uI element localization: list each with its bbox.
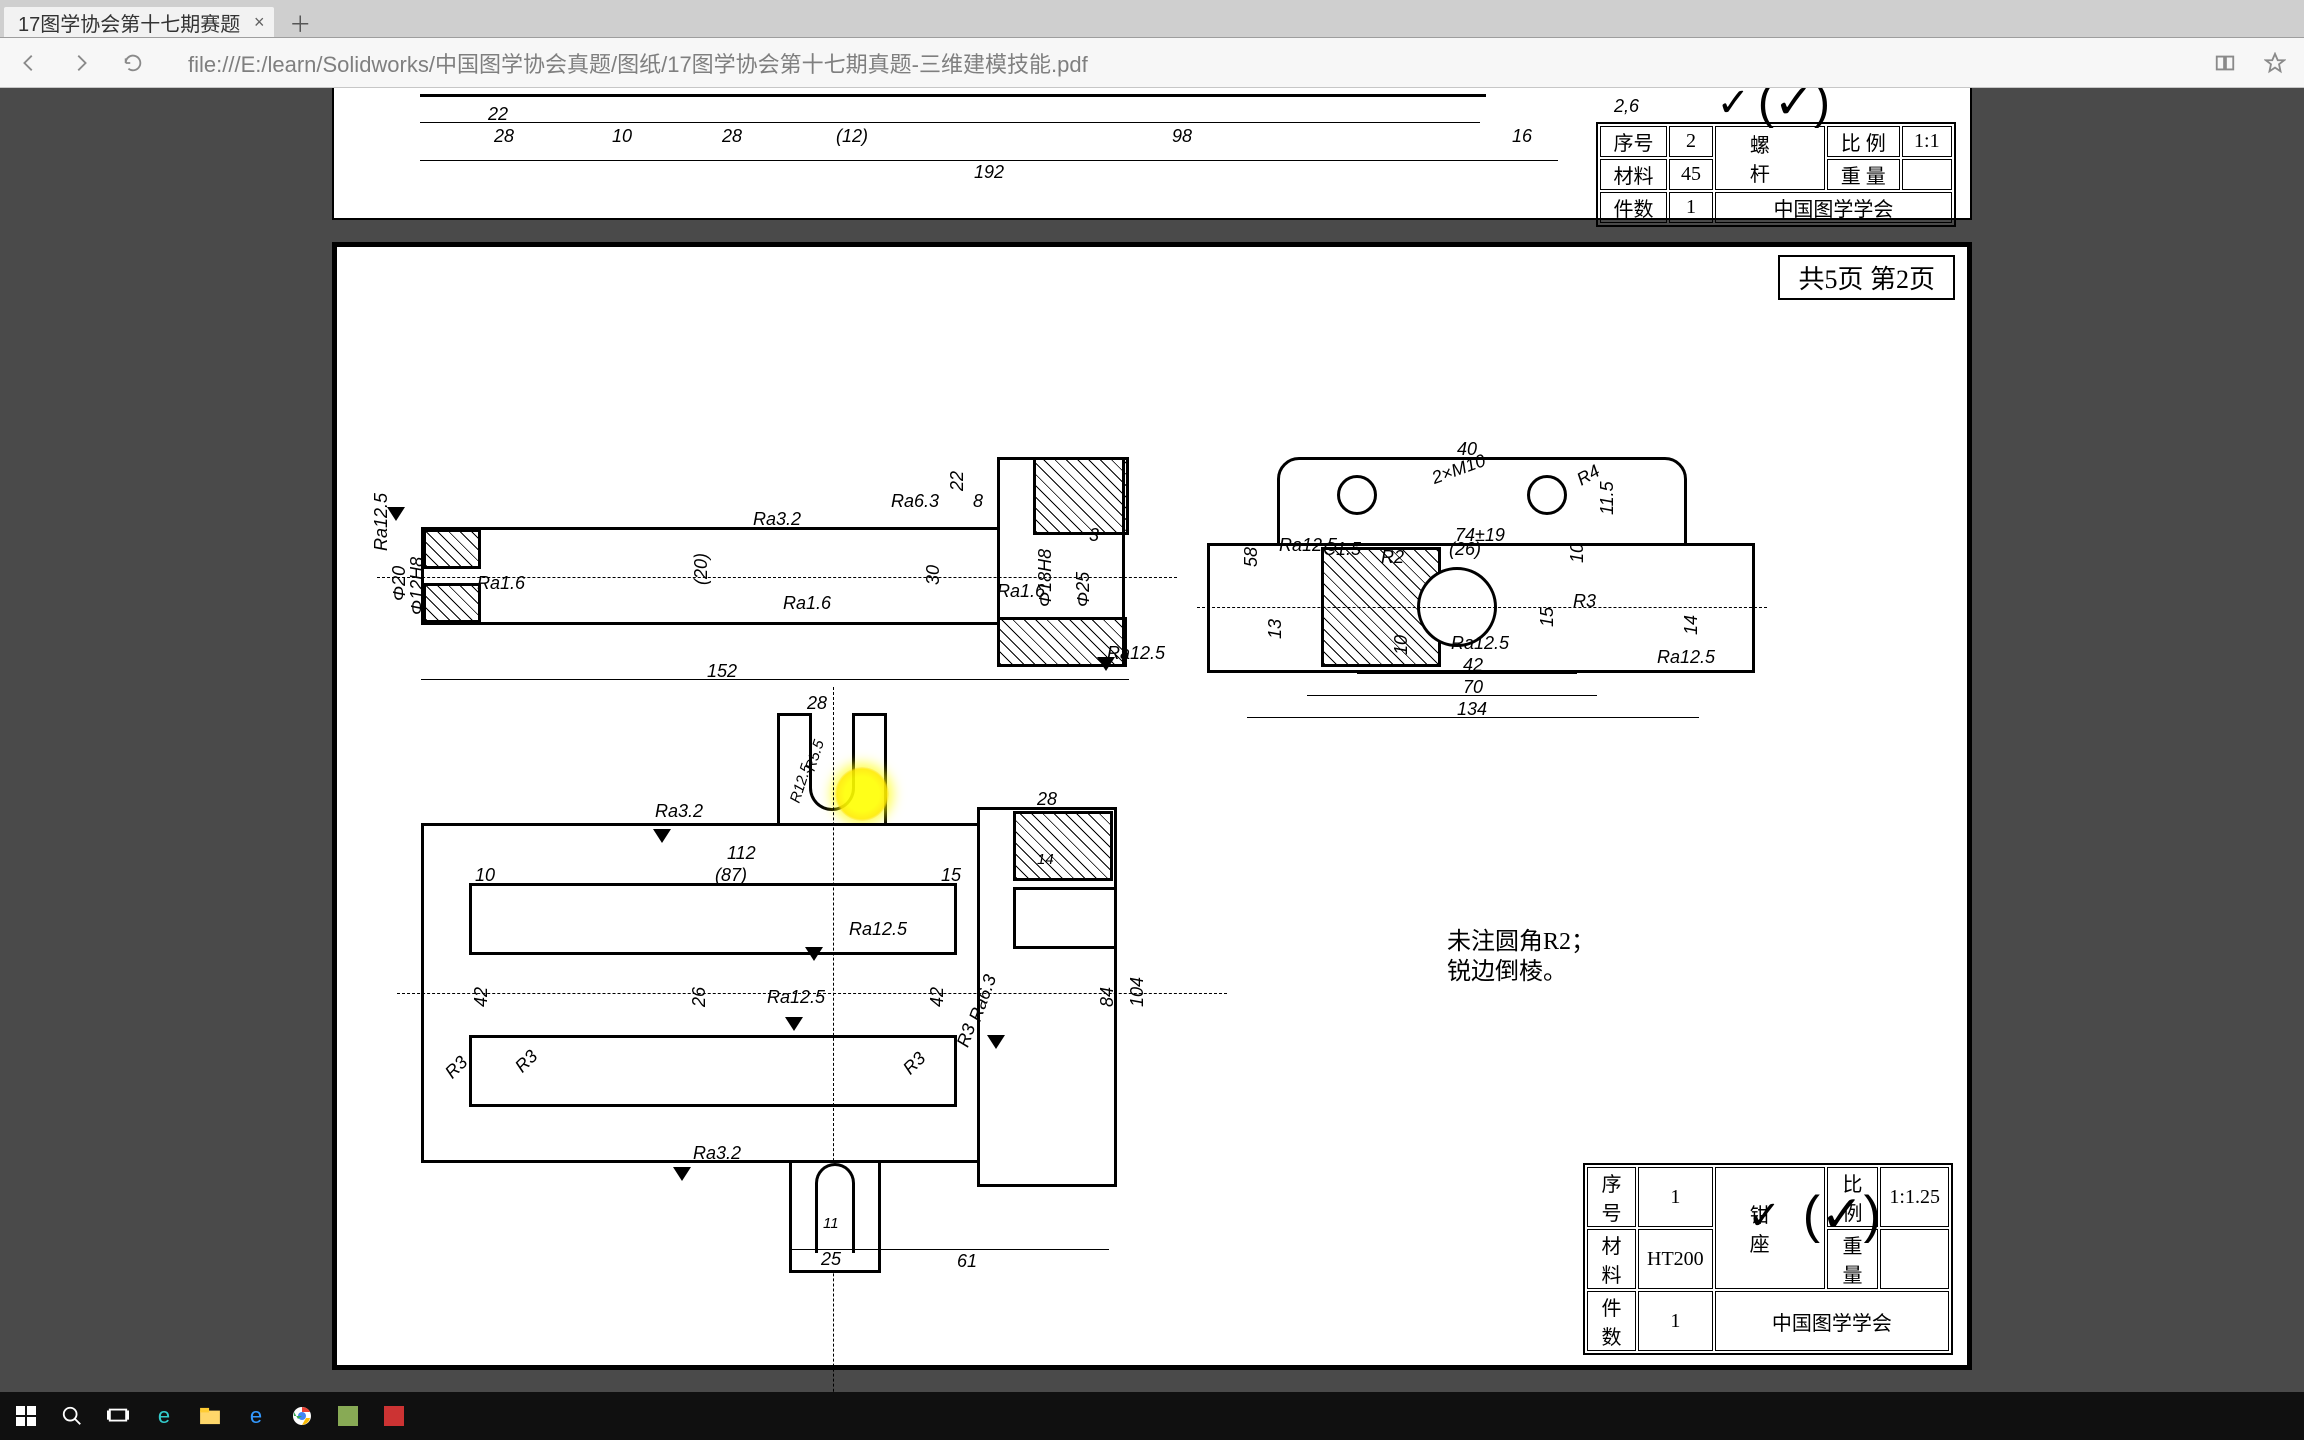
dim: 152 [707, 661, 737, 682]
dim: 112 [727, 843, 756, 864]
dim: 2,6 [1614, 96, 1639, 117]
taskbar: e e [0, 1392, 2304, 1440]
taskbar-app-icon[interactable] [326, 1396, 370, 1436]
dim: 134 [1457, 699, 1487, 720]
browser-tab[interactable]: 17图学协会第十七期赛题 × [4, 7, 274, 37]
dim: (87) [715, 865, 747, 886]
title-block-top: 序号2 螺 杆 比 例1:1 材料45 重 量 件数1 中国图学学会 [1596, 122, 1956, 227]
dim: 26 [689, 987, 710, 1007]
dim: 192 [974, 162, 1004, 183]
dim: 84 [1097, 987, 1118, 1007]
dim: (20) [691, 553, 712, 585]
dim: 30 [923, 565, 944, 585]
dim: 70 [1463, 677, 1483, 698]
dim: 22 [947, 471, 968, 491]
reading-view-icon[interactable] [2210, 48, 2240, 78]
surface-finish-symbol: (✓) [1758, 88, 1830, 130]
surface-finish: Ra1.6 [783, 593, 831, 614]
dim: 3 [1089, 525, 1099, 546]
dim: R3 [1573, 591, 1596, 612]
dim: 42 [927, 987, 948, 1007]
surface-finish: Ra12.5 [1279, 535, 1337, 556]
ie-icon[interactable]: e [234, 1396, 278, 1436]
address-field[interactable]: file:///E:/learn/Solidworks/中国图学协会真题/图纸/… [188, 47, 2188, 79]
dim: 28 [494, 126, 514, 147]
dim: 11 [823, 1215, 839, 1232]
task-view-icon[interactable] [96, 1396, 140, 1436]
surface-finish: Ra3.2 [753, 509, 801, 530]
dim: 28 [722, 126, 742, 147]
dim: R2 [1381, 547, 1404, 568]
dim: 98 [1172, 126, 1192, 147]
dim: 104 [1127, 977, 1148, 1007]
dim: 10 [1567, 543, 1588, 563]
dim: Φ12H8 [407, 557, 428, 615]
dim: 10 [612, 126, 632, 147]
pdf-viewer[interactable]: 22 28 10 28 (12) 98 16 192 2,6 序号2 螺 杆 比… [0, 88, 2304, 1392]
surface-finish: Ra12.5 [767, 987, 825, 1008]
dim: 10 [1391, 635, 1412, 655]
search-icon[interactable] [50, 1396, 94, 1436]
tab-bar: 17图学协会第十七期赛题 × ＋ [0, 0, 2304, 38]
favorite-icon[interactable] [2260, 48, 2290, 78]
refresh-button[interactable] [118, 48, 148, 78]
surface-finish: Ra6.3 [891, 491, 939, 512]
dim: 16 [1512, 126, 1532, 147]
start-button[interactable] [4, 1396, 48, 1436]
address-bar: file:///E:/learn/Solidworks/中国图学协会真题/图纸/… [0, 38, 2304, 88]
pdf-page-partial: 22 28 10 28 (12) 98 16 192 2,6 序号2 螺 杆 比… [332, 88, 1972, 220]
dim: 15 [941, 865, 961, 886]
surface-finish: Ra12.5 [1657, 647, 1715, 668]
dim: (26) [1449, 539, 1481, 560]
dim: 14 [1037, 851, 1054, 868]
new-tab-button[interactable]: ＋ [286, 9, 314, 37]
surface-finish: Ra12.5 [1451, 633, 1509, 654]
drawing-note: 未注圆角R2； 锐边倒棱。 [1447, 927, 1595, 987]
dim: 42 [1463, 655, 1483, 676]
surface-finish: Ra1.6 [477, 573, 525, 594]
file-explorer-icon[interactable] [188, 1396, 232, 1436]
back-button[interactable] [14, 48, 44, 78]
dim: 22 [488, 104, 508, 125]
dim: 58 [1241, 547, 1262, 567]
page-number-label: 共5页 第2页 [1778, 255, 1955, 300]
surface-finish-symbol: ✓ [1716, 88, 1750, 126]
dim: 28 [1037, 789, 1057, 810]
dim: 28 [807, 693, 827, 714]
dim: 11.5 [1597, 481, 1618, 515]
forward-button[interactable] [66, 48, 96, 78]
dim: 14 [1681, 615, 1702, 635]
taskbar-app-icon[interactable] [372, 1396, 416, 1436]
pdf-page: 共5页 第2页 Ra12.5 Φ20 Φ12H8 Ra1.6 (20) Ra3.… [332, 242, 1972, 1370]
dim: 8 [973, 491, 983, 512]
dim: 25 [821, 1249, 841, 1270]
surface-finish: Ra3.2 [655, 801, 703, 822]
dim: 61 [957, 1251, 977, 1272]
chrome-icon[interactable] [280, 1396, 324, 1436]
surface-finish: Ra12.5 [1107, 643, 1165, 664]
surface-finish: Ra3.2 [693, 1143, 741, 1164]
surface-finish: Ra12.5 [849, 919, 907, 940]
dim: Φ25 [1073, 572, 1094, 607]
close-icon[interactable]: × [250, 13, 268, 31]
dim: 42 [471, 987, 492, 1007]
dim: 15 [1537, 607, 1558, 627]
cursor-highlight [835, 767, 889, 821]
title-block: 序号1 钳 座 比 例1:1.25 材料HT200 重 量 件数1 中国图学学会 [1583, 1163, 1953, 1355]
dim: 10 [475, 865, 495, 886]
dim: Φ18H8 [1035, 549, 1056, 607]
edge-icon[interactable]: e [142, 1396, 186, 1436]
dim: 13 [1265, 619, 1286, 639]
surface-finish: Ra12.5 [371, 493, 392, 551]
tab-title: 17图学协会第十七期赛题 [18, 8, 240, 37]
dim: (12) [836, 126, 868, 147]
